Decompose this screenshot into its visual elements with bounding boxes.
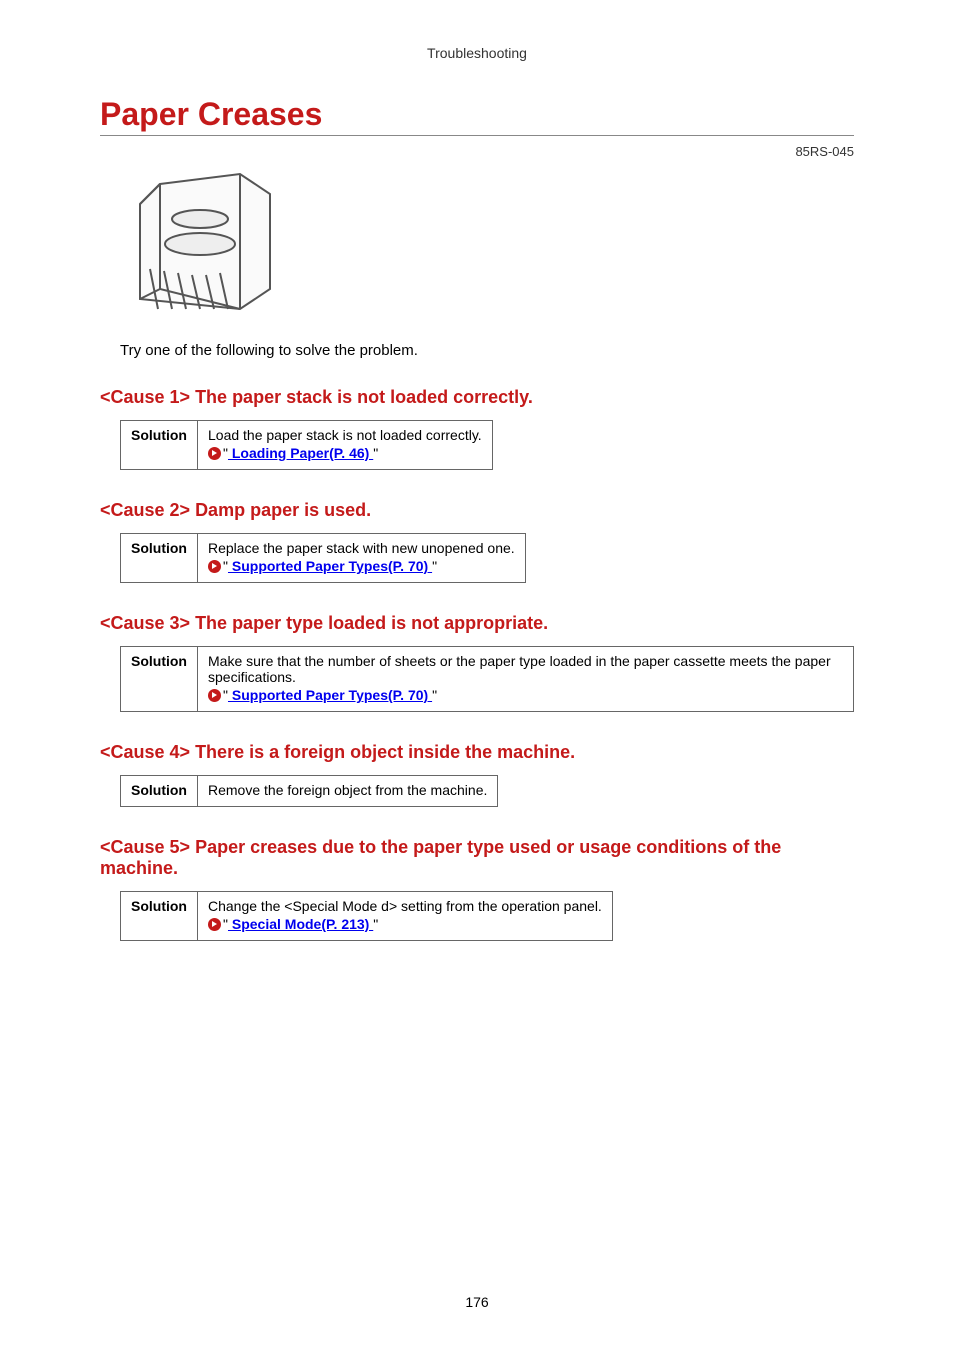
supported-paper-types-link[interactable]: Supported Paper Types(P. 70)	[228, 558, 432, 574]
solution-label: Solution	[121, 421, 198, 470]
solution-cell: Load the paper stack is not loaded corre…	[198, 421, 493, 470]
solution-body: Change the <Special Mode d> setting from…	[208, 898, 602, 914]
hero-illustration	[120, 169, 854, 324]
supported-paper-types-link[interactable]: Supported Paper Types(P. 70)	[228, 687, 432, 703]
link-suffix: "	[373, 916, 378, 932]
cause-section-5: <Cause 5> Paper creases due to the paper…	[100, 837, 854, 941]
solution-cell: Make sure that the number of sheets or t…	[198, 647, 854, 712]
solution-body: Make sure that the number of sheets or t…	[208, 653, 831, 685]
solution-cell: Remove the foreign object from the machi…	[198, 776, 498, 807]
cause-heading: <Cause 1> The paper stack is not loaded …	[100, 387, 854, 408]
loading-paper-link[interactable]: Loading Paper(P. 46)	[228, 445, 373, 461]
solution-table: Solution Load the paper stack is not loa…	[120, 420, 493, 470]
solution-table: Solution Make sure that the number of sh…	[120, 646, 854, 712]
page-number: 176	[0, 1294, 954, 1310]
solution-table: Solution Change the <Special Mode d> set…	[120, 891, 613, 941]
cause-section-3: <Cause 3> The paper type loaded is not a…	[100, 613, 854, 712]
cause-heading: <Cause 3> The paper type loaded is not a…	[100, 613, 854, 634]
page-title: Paper Creases	[100, 96, 854, 136]
breadcrumb: Troubleshooting	[100, 45, 854, 61]
solution-label: Solution	[121, 534, 198, 583]
document-id: 85RS-045	[100, 144, 854, 159]
arrow-right-icon	[208, 689, 221, 702]
arrow-right-icon	[208, 560, 221, 573]
solution-cell: Change the <Special Mode d> setting from…	[198, 892, 613, 941]
solution-label: Solution	[121, 892, 198, 941]
solution-cell: Replace the paper stack with new unopene…	[198, 534, 526, 583]
arrow-right-icon	[208, 447, 221, 460]
solution-table: Solution Replace the paper stack with ne…	[120, 533, 526, 583]
link-suffix: "	[432, 558, 437, 574]
link-suffix: "	[432, 687, 437, 703]
cause-heading: <Cause 2> Damp paper is used.	[100, 500, 854, 521]
cause-section-1: <Cause 1> The paper stack is not loaded …	[100, 387, 854, 470]
cause-heading: <Cause 4> There is a foreign object insi…	[100, 742, 854, 763]
special-mode-link[interactable]: Special Mode(P. 213)	[228, 916, 373, 932]
solution-label: Solution	[121, 776, 198, 807]
solution-body: Remove the foreign object from the machi…	[208, 782, 487, 798]
intro-text: Try one of the following to solve the pr…	[120, 342, 854, 359]
solution-body: Replace the paper stack with new unopene…	[208, 540, 515, 556]
cause-heading: <Cause 5> Paper creases due to the paper…	[100, 837, 854, 879]
cause-section-4: <Cause 4> There is a foreign object insi…	[100, 742, 854, 807]
arrow-right-icon	[208, 918, 221, 931]
link-suffix: "	[373, 445, 378, 461]
solution-label: Solution	[121, 647, 198, 712]
cause-section-2: <Cause 2> Damp paper is used. Solution R…	[100, 500, 854, 583]
solution-table: Solution Remove the foreign object from …	[120, 775, 498, 807]
solution-body: Load the paper stack is not loaded corre…	[208, 427, 482, 443]
